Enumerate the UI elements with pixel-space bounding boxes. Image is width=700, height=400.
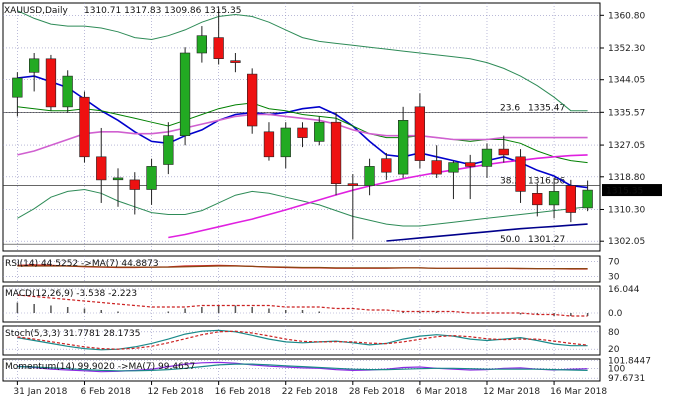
candle-body (263, 131, 275, 158)
fib-level-label: 50.0 (500, 235, 520, 245)
candle-body (96, 156, 107, 181)
y-tick-label: 1360.80 (608, 11, 645, 21)
indicator-y-tick-label: 0.0 (608, 309, 623, 319)
y-tick-label: 1352.30 (608, 44, 645, 54)
candle-body (431, 160, 442, 175)
indicator-y-tick-label: 100 (608, 364, 625, 374)
candle-body (129, 179, 140, 190)
candle-body (548, 191, 560, 206)
chart-ohlc-label: 1310.71 1317.83 1309.86 1315.35 (84, 6, 241, 16)
fib-level-label: 23.6 (500, 104, 520, 114)
candle-body (498, 148, 509, 156)
candle-body (532, 193, 543, 206)
indicator-y-tick-label: 97.6731 (608, 374, 645, 384)
fib-level-value: 1335.47 (528, 104, 565, 114)
indicator-label-momentum: Momentum(14) 99.9020 ->MA(7) 99.4657 (5, 362, 195, 372)
indicator-y-tick-label: 80 (608, 328, 620, 338)
candle-body (565, 185, 576, 213)
candle-body (414, 106, 425, 161)
candle-body (45, 58, 57, 108)
candle-body (28, 58, 40, 73)
x-tick-label: 16 Mar 2018 (550, 387, 607, 397)
fib-level-value: 1301.27 (528, 235, 565, 245)
candle-body (12, 77, 23, 98)
chart-symbol-label: XAUUSD,Daily (4, 6, 68, 16)
candle-body (481, 148, 493, 167)
candle-body (112, 177, 124, 181)
candle-body (297, 127, 308, 138)
x-tick-label: 12 Feb 2018 (148, 387, 204, 397)
candle-body (397, 120, 409, 175)
x-tick-label: 31 Jan 2018 (13, 387, 67, 397)
indicator-y-tick-label: 16.044 (608, 285, 640, 295)
y-tick-label: 1310.30 (608, 205, 645, 215)
y-tick-label: 1318.80 (608, 173, 645, 183)
candle-body (247, 73, 258, 127)
candle-body (146, 166, 157, 190)
fib-level-value: 1316.56 (528, 176, 565, 186)
x-tick-label: 16 Feb 2018 (215, 387, 271, 397)
y-tick-label: 1327.05 (608, 141, 645, 151)
x-tick-label: 22 Feb 2018 (282, 387, 338, 397)
x-tick-label: 6 Mar 2018 (416, 387, 468, 397)
indicator-label-macd: MACD(12,26,9) -3.538 -2.223 (5, 289, 137, 299)
candle-body (582, 189, 593, 209)
indicator-y-tick-label: 30 (608, 272, 620, 282)
candle-body (79, 96, 90, 158)
y-tick-label: 1335.57 (608, 108, 645, 118)
indicator-y-tick-label: 20 (608, 345, 620, 355)
indicator-label-stoch: Stoch(5,3,3) 31.7781 28.1735 (5, 329, 140, 339)
candle-body (196, 35, 207, 54)
candle-body (381, 158, 392, 173)
x-tick-label: 12 Mar 2018 (483, 387, 540, 397)
indicator-y-tick-label: 70 (608, 258, 620, 268)
candle-body (213, 37, 224, 59)
chart-background (0, 0, 700, 400)
candle-body (347, 183, 358, 186)
candle-body (515, 156, 526, 192)
y-tick-label: 1302.05 (608, 237, 645, 247)
candle-body (465, 162, 476, 167)
x-tick-label: 28 Feb 2018 (349, 387, 405, 397)
candle-body (448, 162, 459, 173)
candle-body (330, 121, 342, 184)
candle-body (364, 166, 375, 186)
indicator-label-rsi: RSI(14) 44.5252 ->MA(7) 44.8873 (5, 259, 159, 269)
last-price-label: 1315.35 (606, 187, 643, 197)
candle-body (179, 52, 191, 136)
chart: 1302.05 1310.30 1318.80 1327.05 1335.57 1344.… (0, 0, 700, 400)
x-tick-label: 6 Feb 2018 (80, 387, 131, 397)
candle-body (230, 60, 241, 63)
candle-body (280, 127, 291, 158)
candle-body (314, 121, 325, 142)
y-tick-label: 1344.05 (608, 76, 645, 86)
candle-body (163, 135, 174, 165)
candle-body (62, 75, 73, 108)
